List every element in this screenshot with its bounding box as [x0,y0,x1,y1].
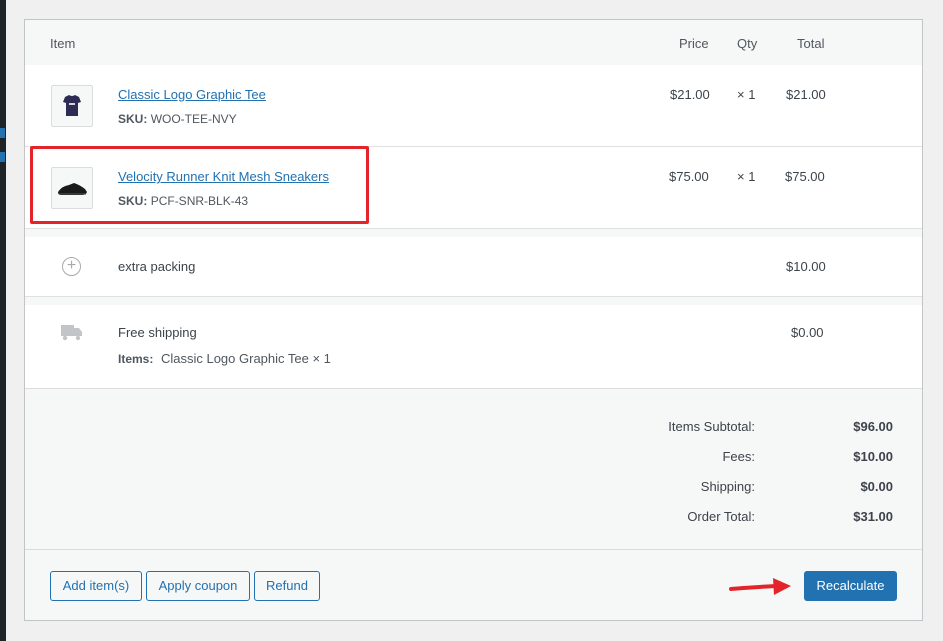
tshirt-icon [63,95,81,116]
line-price: $21.00 [670,87,710,102]
product-thumbnail[interactable] [51,85,93,127]
header-price: Price [679,36,709,51]
sku-label: SKU: [118,194,148,208]
section-divider [25,297,922,305]
header-item: Item [50,36,76,51]
plus-circle-icon: + [62,257,81,276]
line-total: $21.00 [786,87,826,102]
shipping-total: $0.00 [791,325,824,340]
sku-value: PCF-SNR-BLK-43 [150,194,249,208]
table-header: Item Price Qty Total [25,20,922,65]
shipping-items-label: Items: [118,352,154,366]
shipping-label: Shipping: [700,479,755,494]
sneaker-icon [58,183,87,195]
shipping-items: Items: Classic Logo Graphic Tee × 1 [118,351,331,366]
shipping-method-name: Free shipping [118,325,197,340]
refund-button[interactable]: Refund [254,571,320,601]
shipping-row: Free shipping Items: Classic Logo Graphi… [25,305,922,388]
sku-value: WOO-TEE-NVY [150,112,237,126]
header-qty: Qty [737,36,758,51]
order-items-panel: Item Price Qty Total Classic Logo Graphi… [24,19,923,621]
arrow-right-icon [729,578,791,595]
line-item-row: Classic Logo Graphic Tee SKU: WOO-TEE-NV… [25,65,922,147]
line-price: $75.00 [669,169,709,184]
product-link[interactable]: Velocity Runner Knit Mesh Sneakers [118,169,329,184]
order-total-value: $31.00 [853,509,893,524]
shipping-value: $0.00 [860,479,893,494]
order-actions: Add item(s) Apply coupon Refund Recalcul… [25,549,922,620]
fee-row: + extra packing $10.00 [25,237,922,297]
fees-label: Fees: [722,449,755,464]
truck-icon [61,325,82,341]
line-item-row: Velocity Runner Knit Mesh Sneakers SKU: … [25,147,922,229]
product-thumbnail[interactable] [51,167,93,209]
sidebar-indicator [0,152,5,162]
recalculate-button[interactable]: Recalculate [804,571,897,601]
items-subtotal-value: $96.00 [853,419,893,434]
add-items-button[interactable]: Add item(s) [50,571,142,601]
items-subtotal-label: Items Subtotal: [668,419,755,434]
sidebar-indicator [0,128,5,138]
shipping-items-value: Classic Logo Graphic Tee × 1 [160,351,331,366]
order-totals: Items Subtotal: $96.00 Fees: $10.00 Ship… [25,388,922,549]
fee-name: extra packing [118,259,196,274]
product-sku: SKU: WOO-TEE-NVY [118,112,237,126]
header-total: Total [797,36,825,51]
admin-sidebar-edge [0,0,6,641]
order-total-label: Order Total: [687,509,755,524]
fee-total: $10.00 [786,259,826,274]
sku-label: SKU: [118,112,148,126]
apply-coupon-button[interactable]: Apply coupon [146,571,250,601]
line-total: $75.00 [785,169,825,184]
product-link[interactable]: Classic Logo Graphic Tee [118,87,266,102]
line-qty: × 1 [737,169,756,184]
section-divider [25,229,922,237]
line-qty: × 1 [737,87,756,102]
fees-value: $10.00 [853,449,893,464]
product-sku: SKU: PCF-SNR-BLK-43 [118,194,248,208]
